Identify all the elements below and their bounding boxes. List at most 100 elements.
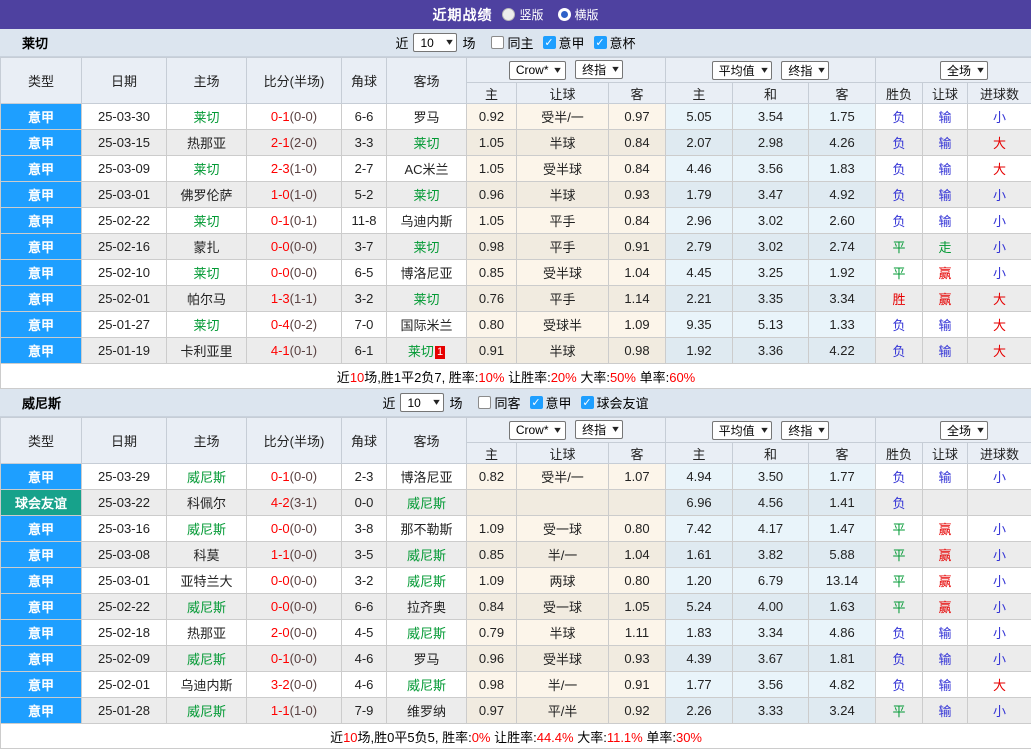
away-team-cell[interactable]: 维罗纳	[387, 698, 467, 724]
home-team-cell[interactable]: 乌迪内斯	[167, 672, 247, 698]
odds-time-select[interactable]: 终指▾	[575, 420, 623, 439]
checkbox-checked-icon[interactable]: ✓	[530, 396, 543, 409]
away-team-cell[interactable]: 国际米兰	[387, 312, 467, 338]
home-team-cell[interactable]: 莱切	[167, 208, 247, 234]
home-team-cell[interactable]: 卡利亚里	[167, 338, 247, 364]
fulltime-score: 1-3	[271, 291, 290, 306]
match-date-cell: 25-01-28	[82, 698, 167, 724]
euro-time-select[interactable]: 终指▾	[781, 61, 829, 80]
asian-away-odds-cell: 0.84	[609, 130, 666, 156]
table-row: 意甲 25-02-22 威尼斯 0-0(0-0) 6-6 拉齐奥 0.84 受一…	[1, 594, 1031, 620]
table-row: 意甲 25-03-01 亚特兰大 0-0(0-0) 3-2 威尼斯 1.09 两…	[1, 568, 1031, 594]
home-team-cell[interactable]: 威尼斯	[167, 464, 247, 490]
radio-option-vertical[interactable]: 竖版	[502, 6, 543, 23]
home-team-cell[interactable]: 帕尔马	[167, 286, 247, 312]
bookmaker-select[interactable]: Crow*▾	[509, 61, 566, 80]
fulltime-score: 2-1	[271, 135, 290, 150]
chevron-down-icon: ▾	[555, 65, 562, 76]
home-team-cell[interactable]: 佛罗伦萨	[167, 182, 247, 208]
result-goals-cell: 小	[968, 646, 1031, 672]
result-goals-cell: 小	[968, 594, 1031, 620]
euro-source-select[interactable]: 平均值▾	[712, 61, 772, 80]
away-team-cell[interactable]: 莱切	[387, 286, 467, 312]
away-team-cell[interactable]: 拉齐奥	[387, 594, 467, 620]
bookmaker-select[interactable]: Crow*▾	[509, 421, 566, 440]
home-team-cell[interactable]: 热那亚	[167, 130, 247, 156]
match-type-cell: 意甲	[1, 594, 82, 620]
match-count-select[interactable]: 10▾	[413, 33, 457, 52]
home-team-cell[interactable]: 科莫	[167, 542, 247, 568]
odds-time-select[interactable]: 终指▾	[575, 60, 623, 79]
away-team-cell[interactable]: 莱切	[387, 130, 467, 156]
euro-draw-odds-cell: 3.82	[733, 542, 809, 568]
away-team-cell[interactable]: 威尼斯	[387, 672, 467, 698]
away-team-cell[interactable]: 威尼斯	[387, 620, 467, 646]
handicap-line-cell: 半球	[517, 338, 609, 364]
radio-option-horizontal[interactable]: 横版	[558, 6, 599, 23]
away-team-cell[interactable]: 罗马	[387, 104, 467, 130]
match-count-select[interactable]: 10▾	[400, 393, 444, 412]
match-scope-select[interactable]: 全场▾	[940, 421, 988, 440]
away-team-cell[interactable]: 罗马	[387, 646, 467, 672]
checkbox-checked-icon[interactable]: ✓	[543, 36, 556, 49]
home-team-cell[interactable]: 莱切	[167, 156, 247, 182]
home-team-cell[interactable]: 科佩尔	[167, 490, 247, 516]
chevron-down-icon: ▾	[612, 64, 619, 75]
away-team-cell[interactable]: 威尼斯	[387, 490, 467, 516]
euro-away-odds-cell: 1.47	[809, 516, 876, 542]
euro-time-select[interactable]: 终指▾	[781, 421, 829, 440]
home-team-cell[interactable]: 亚特兰大	[167, 568, 247, 594]
away-team-cell[interactable]: 乌迪内斯	[387, 208, 467, 234]
asian-away-odds-cell: 0.84	[609, 156, 666, 182]
home-team-cell[interactable]: 威尼斯	[167, 516, 247, 542]
checkbox-label: 意甲	[546, 393, 572, 412]
asian-home-odds-cell: 1.05	[467, 208, 517, 234]
result-wdl-cell: 胜	[876, 286, 923, 312]
away-team-cell[interactable]: 那不勒斯	[387, 516, 467, 542]
match-date-cell: 25-03-08	[82, 542, 167, 568]
layout-radio-group: 竖版 横版	[502, 6, 598, 23]
match-date-cell: 25-03-15	[82, 130, 167, 156]
home-team-cell[interactable]: 蒙扎	[167, 234, 247, 260]
match-type-cell: 意甲	[1, 234, 82, 260]
match-type-cell: 意甲	[1, 516, 82, 542]
match-scope-select[interactable]: 全场▾	[940, 61, 988, 80]
checkbox-unchecked-icon[interactable]	[491, 36, 504, 49]
home-team-cell[interactable]: 威尼斯	[167, 594, 247, 620]
away-team-cell[interactable]: 威尼斯	[387, 542, 467, 568]
away-team-cell[interactable]: 威尼斯	[387, 568, 467, 594]
match-date-cell: 25-03-09	[82, 156, 167, 182]
match-date-cell: 25-02-09	[82, 646, 167, 672]
away-team-cell[interactable]: 莱切	[387, 234, 467, 260]
euro-source-select[interactable]: 平均值▾	[712, 421, 772, 440]
checkbox-label: 同主	[507, 33, 533, 52]
home-team-cell[interactable]: 热那亚	[167, 620, 247, 646]
home-team-cell[interactable]: 威尼斯	[167, 698, 247, 724]
summary-row: 近10场,胜1平2负7, 胜率:10% 让胜率:20% 大率:50% 单率:60…	[1, 364, 1031, 389]
radio-unselected-icon[interactable]	[502, 8, 515, 21]
asian-away-odds-cell: 1.04	[609, 542, 666, 568]
checkbox-checked-icon[interactable]: ✓	[581, 396, 594, 409]
home-team-cell[interactable]: 莱切	[167, 312, 247, 338]
home-team-cell[interactable]: 威尼斯	[167, 646, 247, 672]
select-value: 终指	[788, 422, 812, 439]
radio-selected-icon[interactable]	[558, 8, 571, 21]
table-row: 意甲 25-01-28 威尼斯 1-1(1-0) 7-9 维罗纳 0.97 平/…	[1, 698, 1031, 724]
corner-cell: 7-0	[342, 312, 387, 338]
home-team-cell[interactable]: 莱切	[167, 260, 247, 286]
euro-home-odds-cell: 2.26	[666, 698, 733, 724]
checkbox-unchecked-icon[interactable]	[478, 396, 491, 409]
away-team-cell[interactable]: 莱切	[387, 182, 467, 208]
result-handicap-cell: 赢	[923, 516, 968, 542]
away-team-cell[interactable]: AC米兰	[387, 156, 467, 182]
summary-row: 近10场,胜0平5负5, 胜率:0% 让胜率:44.4% 大率:11.1% 单率…	[1, 724, 1031, 749]
away-team-cell[interactable]: 莱切1	[387, 338, 467, 364]
away-team-cell[interactable]: 博洛尼亚	[387, 464, 467, 490]
away-team-cell[interactable]: 博洛尼亚	[387, 260, 467, 286]
team-name: 威尼斯	[0, 393, 61, 412]
asian-home-odds-cell: 1.09	[467, 568, 517, 594]
checkbox-checked-icon[interactable]: ✓	[594, 36, 607, 49]
chevron-down-icon: ▾	[761, 425, 768, 436]
euro-home-odds-cell: 2.79	[666, 234, 733, 260]
home-team-cell[interactable]: 莱切	[167, 104, 247, 130]
